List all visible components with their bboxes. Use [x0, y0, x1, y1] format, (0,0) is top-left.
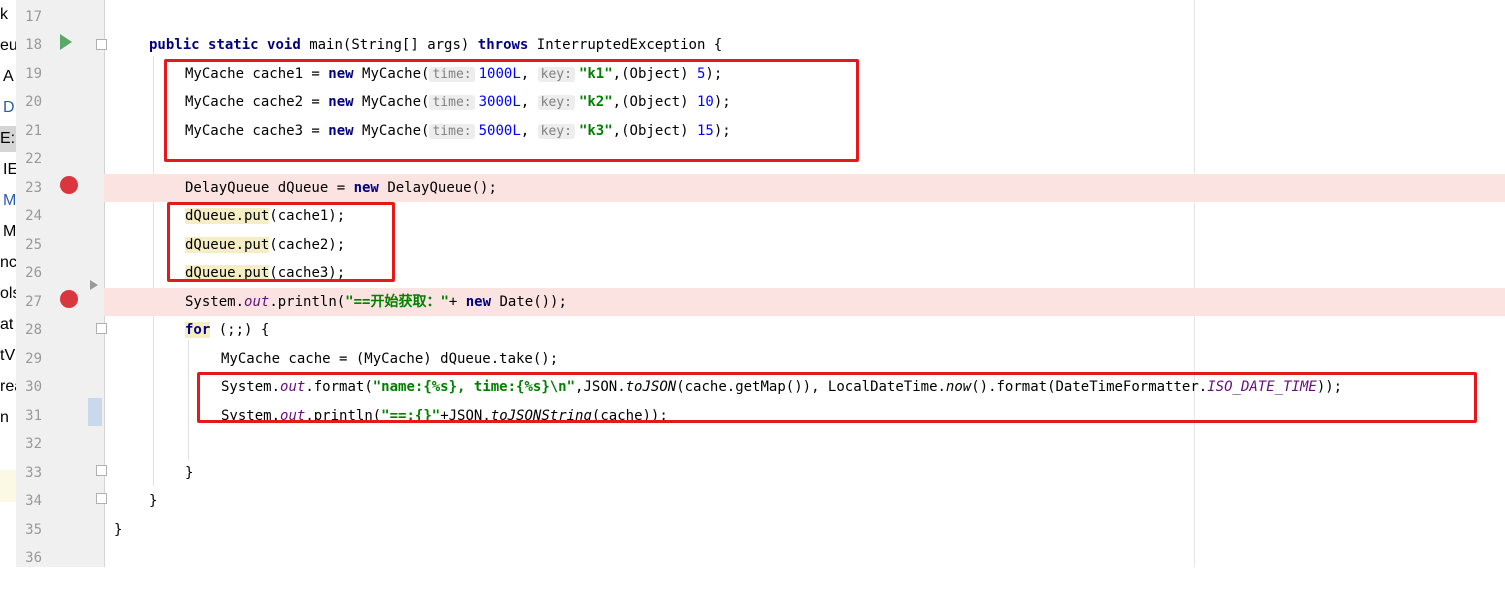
code-line-31[interactable]: System.out.println("==:{}"+JSON.toJSONSt…	[104, 402, 1505, 430]
project-item[interactable]: D	[3, 95, 16, 121]
project-item[interactable]: ncl	[0, 250, 16, 276]
code-line-35[interactable]: }	[104, 516, 1505, 544]
code-line-25[interactable]: dQueue.put(cache2);	[104, 231, 1505, 259]
fold-arrow-icon[interactable]	[90, 280, 98, 290]
line-number: 22	[25, 151, 42, 167]
code-line-27[interactable]: System.out.println("==开始获取："+ new Date()…	[104, 288, 1505, 316]
code-editor[interactable]: public static void main(String[] args) t…	[104, 0, 1505, 567]
project-item[interactable]: tV	[0, 343, 16, 369]
line-number: 25	[25, 237, 42, 253]
code-line-18[interactable]: public static void main(String[] args) t…	[104, 31, 1505, 59]
panel-highlight	[0, 470, 16, 502]
run-icon[interactable]	[60, 34, 72, 50]
code-line-30[interactable]: System.out.format("name:{%s}, time:{%s}\…	[104, 373, 1505, 401]
line-number: 34	[25, 493, 42, 509]
line-number: 17	[25, 9, 42, 25]
editor-gutter[interactable]: 17 18 19 20 21 22 23 24 25 26 27 28 29 3…	[16, 0, 107, 567]
line-number: 19	[25, 66, 42, 82]
project-item[interactable]: A	[3, 64, 16, 90]
line-number: 23	[25, 180, 42, 196]
code-line-20[interactable]: MyCache cache2 = new MyCache(time: 3000L,…	[104, 88, 1505, 116]
code-line-33[interactable]: }	[104, 459, 1505, 487]
line-number: 31	[25, 408, 42, 424]
project-item[interactable]: M	[3, 219, 16, 245]
line-number: 18	[25, 37, 42, 53]
code-line-19[interactable]: MyCache cache1 = new MyCache(time: 1000L,…	[104, 60, 1505, 88]
project-item[interactable]: rea	[0, 374, 16, 400]
code-line-24[interactable]: dQueue.put(cache1);	[104, 202, 1505, 230]
project-item[interactable]: ols	[0, 281, 16, 307]
project-item[interactable]: M	[3, 188, 16, 214]
code-line-26[interactable]: dQueue.put(cache3);	[104, 259, 1505, 287]
code-line-23[interactable]: DelayQueue dQueue = new DelayQueue();	[104, 174, 1505, 202]
project-panel[interactable]: k eu A D E: IE M M ncl ols at tV rea n	[0, 0, 16, 567]
line-number: 29	[25, 351, 42, 367]
line-number: 32	[25, 436, 42, 452]
code-line-28[interactable]: for (;;) {	[104, 316, 1505, 344]
project-item[interactable]: at	[0, 312, 16, 338]
line-number: 21	[25, 123, 42, 139]
breakpoint-icon[interactable]	[60, 176, 78, 194]
line-number: 36	[25, 550, 42, 566]
project-item-selected[interactable]: E:	[0, 126, 16, 152]
project-item[interactable]: IE	[3, 157, 16, 183]
line-number: 24	[25, 208, 42, 224]
project-item[interactable]: n	[0, 405, 16, 431]
line-number: 27	[25, 294, 42, 310]
line-number: 26	[25, 265, 42, 281]
breakpoint-icon[interactable]	[60, 290, 78, 308]
code-line-21[interactable]: MyCache cache3 = new MyCache(time: 5000L,…	[104, 117, 1505, 145]
project-item[interactable]: eu	[0, 33, 16, 59]
line-number: 28	[25, 322, 42, 338]
line-number: 35	[25, 522, 42, 538]
project-item[interactable]: k	[0, 2, 16, 28]
line-number: 20	[25, 94, 42, 110]
change-marker	[88, 398, 102, 426]
line-number: 30	[25, 379, 42, 395]
code-line-34[interactable]: }	[104, 487, 1505, 515]
code-line-29[interactable]: MyCache cache = (MyCache) dQueue.take();	[104, 345, 1505, 373]
line-number: 33	[25, 465, 42, 481]
